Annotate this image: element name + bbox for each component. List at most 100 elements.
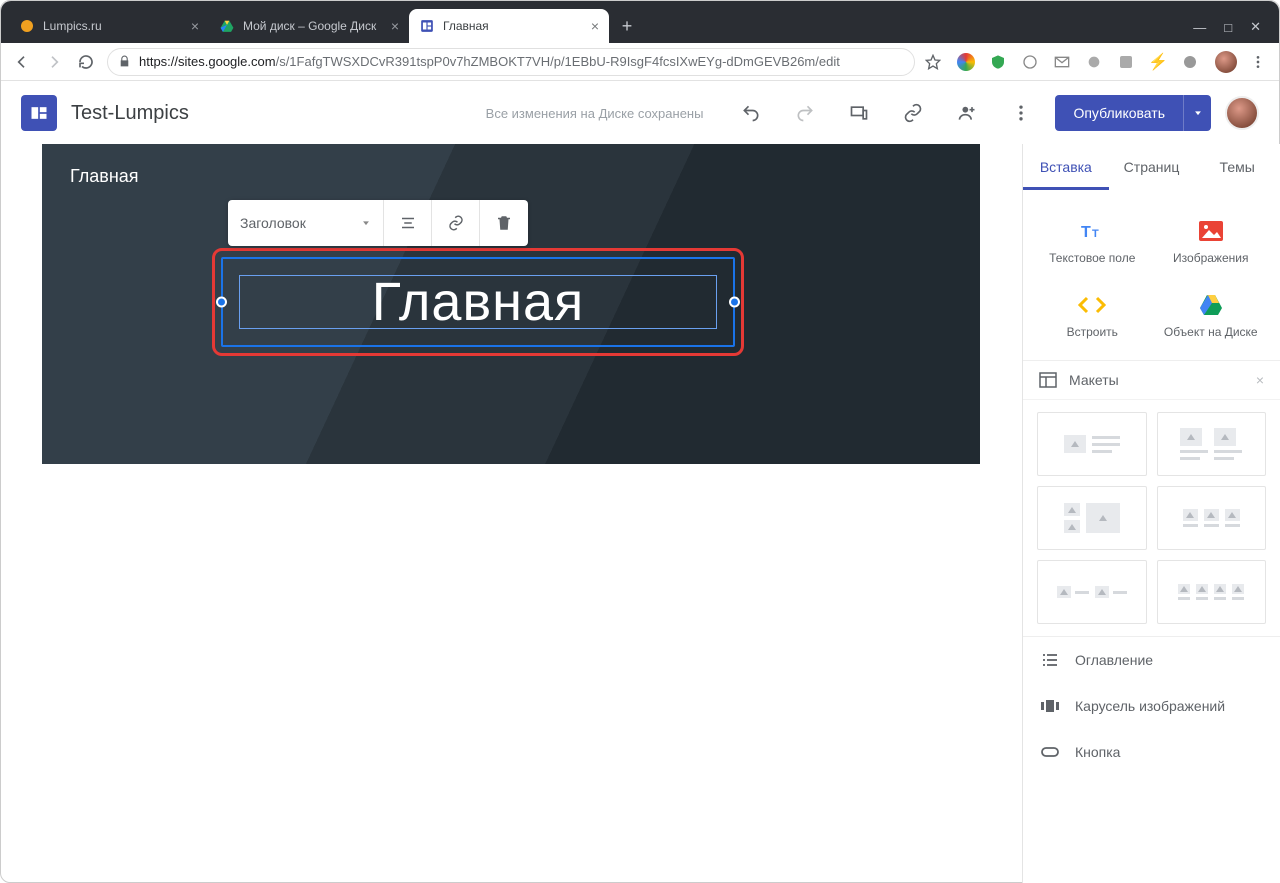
- forward-button[interactable]: [43, 51, 65, 73]
- menu-icon[interactable]: [1247, 51, 1269, 73]
- extensions: ⚡: [951, 53, 1205, 71]
- browser-tab-3[interactable]: Главная ×: [409, 9, 609, 43]
- text-icon: TT: [1079, 217, 1105, 245]
- text-style-value: Заголовок: [240, 215, 306, 231]
- text-toolbar: Заголовок: [228, 200, 528, 246]
- text-style-select[interactable]: Заголовок: [228, 200, 384, 246]
- insert-images[interactable]: Изображения: [1152, 204, 1271, 278]
- redo-button[interactable]: [785, 93, 825, 133]
- right-sidebar: Вставка Страниц Темы TT Текстовое поле И…: [1022, 144, 1280, 883]
- tab-insert[interactable]: Вставка: [1023, 144, 1109, 190]
- carousel-label: Карусель изображений: [1075, 698, 1225, 714]
- ext-icon[interactable]: [957, 53, 975, 71]
- selection-highlight: Главная: [212, 248, 744, 356]
- layouts-label: Макеты: [1069, 372, 1119, 388]
- browser-tab-1[interactable]: Lumpics.ru ×: [9, 9, 209, 43]
- ext-icon[interactable]: ⚡: [1149, 53, 1167, 71]
- tab-label: Мой диск – Google Диск: [243, 19, 383, 33]
- button-icon: [1041, 747, 1059, 757]
- account-avatar[interactable]: [1225, 96, 1259, 130]
- ext-icon[interactable]: [989, 53, 1007, 71]
- drive-icon: [1199, 291, 1223, 319]
- insert-link-button[interactable]: [432, 200, 480, 246]
- insert-drive[interactable]: Объект на Диске: [1152, 278, 1271, 352]
- preview-button[interactable]: [839, 93, 879, 133]
- lock-icon: [118, 55, 131, 68]
- toc-label: Оглавление: [1075, 652, 1153, 668]
- page-title-text[interactable]: Главная: [372, 271, 585, 333]
- insert-button[interactable]: Кнопка: [1023, 729, 1280, 775]
- save-status: Все изменения на Диске сохранены: [486, 106, 704, 121]
- image-icon: [1199, 217, 1223, 245]
- toc-icon: [1041, 653, 1059, 667]
- svg-text:T: T: [1081, 224, 1091, 241]
- ext-icon[interactable]: [1085, 53, 1103, 71]
- back-button[interactable]: [11, 51, 33, 73]
- undo-button[interactable]: [731, 93, 771, 133]
- url-path: /s/1FafgTWSXDCvR391tspP0v7hZMBOKT7VH/p/1…: [276, 54, 840, 69]
- star-icon[interactable]: [925, 54, 941, 70]
- favicon-drive: [219, 18, 235, 34]
- layout-option-1[interactable]: [1037, 412, 1147, 476]
- share-button[interactable]: [947, 93, 987, 133]
- page-header-section[interactable]: Главная Заголовок Главная: [42, 144, 980, 464]
- browser-addressbar: https://sites.google.com/s/1FafgTWSXDCvR…: [1, 43, 1279, 81]
- close-icon[interactable]: ×: [391, 18, 399, 34]
- close-icon[interactable]: ×: [591, 18, 599, 34]
- resize-handle-left[interactable]: [216, 297, 227, 308]
- align-button[interactable]: [384, 200, 432, 246]
- ext-icon[interactable]: [1021, 53, 1039, 71]
- close-icon[interactable]: ×: [191, 18, 199, 34]
- maximize-icon[interactable]: □: [1224, 20, 1232, 35]
- selection-box[interactable]: Главная: [221, 257, 735, 347]
- chevron-down-icon: [361, 218, 371, 228]
- tab-themes[interactable]: Темы: [1194, 144, 1280, 190]
- layout-option-3[interactable]: [1037, 486, 1147, 550]
- sites-logo[interactable]: [21, 95, 57, 131]
- insert-toc[interactable]: Оглавление: [1023, 637, 1280, 683]
- layout-option-5[interactable]: [1037, 560, 1147, 624]
- svg-text:T: T: [1092, 228, 1099, 240]
- ext-icon[interactable]: [1053, 53, 1071, 71]
- insert-text-label: Текстовое поле: [1049, 251, 1135, 265]
- insert-embed[interactable]: Встроить: [1033, 278, 1152, 352]
- url-field[interactable]: https://sites.google.com/s/1FafgTWSXDCvR…: [107, 48, 915, 76]
- insert-images-label: Изображения: [1173, 251, 1248, 265]
- layout-option-2[interactable]: [1157, 412, 1267, 476]
- carousel-icon: [1041, 699, 1059, 713]
- publish-button[interactable]: Опубликовать: [1055, 95, 1211, 131]
- profile-avatar[interactable]: [1215, 51, 1237, 73]
- minimize-icon[interactable]: —: [1193, 20, 1206, 35]
- delete-button[interactable]: [480, 200, 528, 246]
- browser-titlebar: Lumpics.ru × Мой диск – Google Диск × Гл…: [1, 1, 1279, 43]
- title-text-box[interactable]: Главная: [239, 275, 717, 329]
- site-name[interactable]: Test-Lumpics: [71, 102, 189, 125]
- more-menu-button[interactable]: [1001, 93, 1041, 133]
- link-button[interactable]: [893, 93, 933, 133]
- reload-button[interactable]: [75, 51, 97, 73]
- favicon-lumpics: [19, 18, 35, 34]
- insert-embed-label: Встроить: [1067, 325, 1118, 339]
- publish-label: Опубликовать: [1055, 105, 1183, 121]
- layouts-section-header[interactable]: Макеты ×: [1023, 360, 1280, 400]
- insert-text-box[interactable]: TT Текстовое поле: [1033, 204, 1152, 278]
- insert-drive-label: Объект на Диске: [1164, 325, 1258, 339]
- tab-label: Lumpics.ru: [43, 19, 183, 33]
- layout-option-4[interactable]: [1157, 486, 1267, 550]
- insert-carousel[interactable]: Карусель изображений: [1023, 683, 1280, 729]
- window-controls: — □ ✕: [1185, 19, 1279, 43]
- ext-icon[interactable]: [1181, 53, 1199, 71]
- publish-dropdown[interactable]: [1183, 95, 1211, 131]
- button-label: Кнопка: [1075, 744, 1120, 760]
- layout-option-6[interactable]: [1157, 560, 1267, 624]
- resize-handle-right[interactable]: [729, 297, 740, 308]
- new-tab-button[interactable]: +: [613, 12, 641, 40]
- close-window-icon[interactable]: ✕: [1250, 19, 1261, 35]
- app-toolbar: Test-Lumpics Все изменения на Диске сохр…: [1, 81, 1279, 145]
- canvas-area[interactable]: Главная Заголовок Главная: [0, 144, 1022, 883]
- page-label[interactable]: Главная: [70, 166, 139, 187]
- close-icon[interactable]: ×: [1256, 372, 1264, 388]
- tab-pages[interactable]: Страниц: [1109, 144, 1195, 190]
- browser-tab-2[interactable]: Мой диск – Google Диск ×: [209, 9, 409, 43]
- ext-icon[interactable]: [1117, 53, 1135, 71]
